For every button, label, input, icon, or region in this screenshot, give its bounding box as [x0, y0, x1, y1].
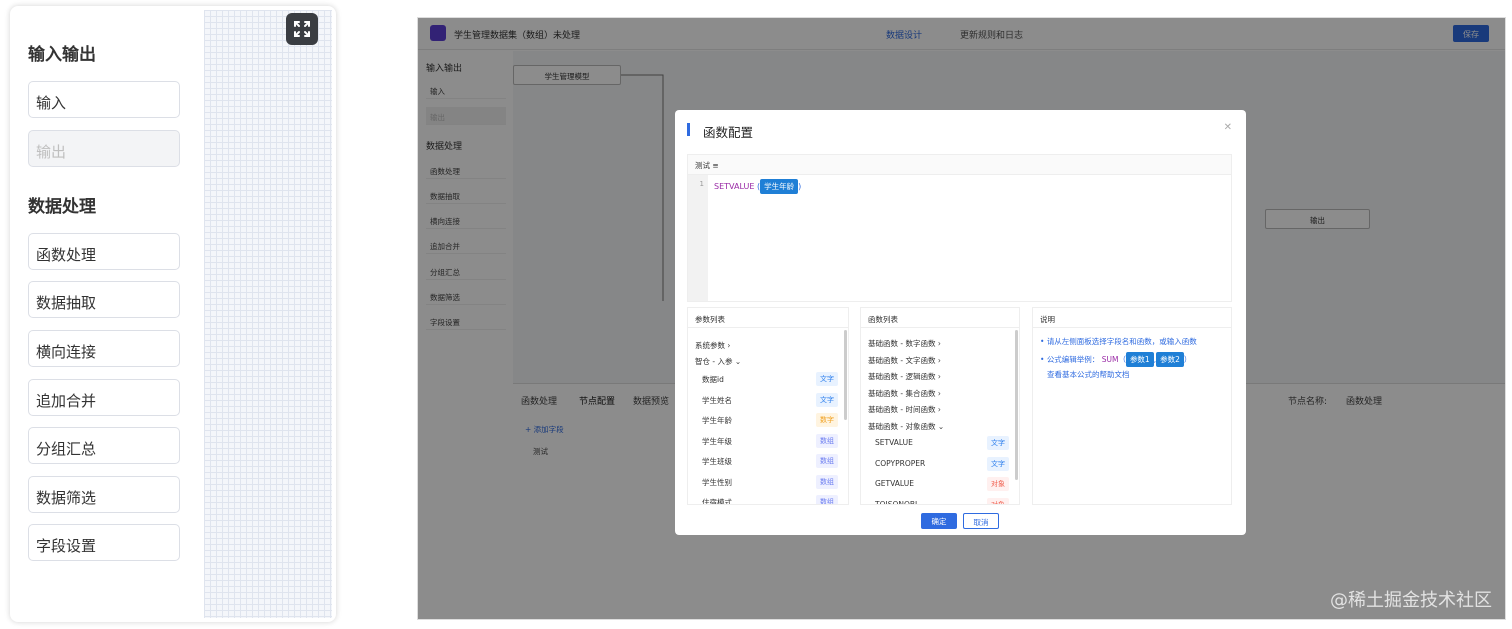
param-item[interactable]: 学生姓名	[702, 395, 732, 406]
desc-example: • 公式编辑举例： SUM（ 参数1, 参数2）	[1040, 352, 1191, 367]
zoom-append-button[interactable]: 追加合并	[28, 379, 180, 416]
section-processing-title: 数据处理	[28, 197, 96, 217]
zoom-canvas-grid	[204, 10, 332, 618]
watermark: @稀土掘金技术社区	[1330, 590, 1492, 611]
param-type-badge: 数组	[816, 433, 838, 448]
param-group-system[interactable]: 系统参数 ›	[695, 340, 730, 351]
function-type-badge: 对象	[987, 497, 1009, 504]
params-pane: 参数列表 系统参数 › 智仓 - 入参 ⌄ 数据id 文字 学生姓名 文字 学生年龄…	[687, 307, 849, 505]
function-type-badge: 文字	[987, 456, 1009, 471]
zoom-extract-button[interactable]: 数据抽取	[28, 281, 180, 318]
zoomed-sidebar-panel: 输入输出 输入 输出 数据处理 函数处理 数据抽取 横向连接 追加合并 分组汇总…	[10, 6, 336, 622]
formula-editor[interactable]: 测试 ≡ 1 SETVALUE (学生年龄)	[687, 154, 1232, 302]
dialog-title: 函数配置	[703, 125, 754, 140]
function-group[interactable]: 基础函数 - 文字函数 ›	[868, 355, 941, 366]
param-type-badge: 文字	[816, 392, 838, 407]
param-item[interactable]: 学生性别	[702, 477, 732, 488]
param-type-badge: 数组	[816, 474, 838, 489]
param-item[interactable]: 学生年龄	[702, 415, 732, 426]
zoom-join-button[interactable]: 横向连接	[28, 330, 180, 367]
function-group[interactable]: 基础函数 - 逻辑函数 ›	[868, 371, 941, 382]
function-type-badge: 对象	[987, 477, 1009, 491]
function-item[interactable]: TOJSONOBJ	[875, 500, 917, 505]
param-type-badge: 文字	[816, 372, 838, 386]
line-gutter: 1	[688, 175, 708, 301]
zoom-filter-button[interactable]: 数据筛选	[28, 476, 180, 513]
function-group[interactable]: 基础函数 - 集合函数 ›	[868, 388, 941, 399]
fullscreen-icon[interactable]	[286, 13, 318, 45]
app-window: 学生管理数据集（数组）未处理 数据设计 更新规则和日志 保存 输入输出 输入 输…	[417, 17, 1506, 620]
zoom-sidebar: 输入输出 输入 输出 数据处理 函数处理 数据抽取 横向连接 追加合并 分组汇总…	[14, 10, 204, 618]
param-type-badge: 数组	[816, 495, 838, 504]
function-item[interactable]: COPYPROPER	[875, 459, 925, 468]
function-item[interactable]: GETVALUE	[875, 479, 914, 488]
param-item[interactable]: 住宿模式	[702, 497, 732, 504]
confirm-button[interactable]: 确定	[921, 513, 957, 529]
desc-hint: • 请从左侧面板选择字段名和函数，或输入函数	[1040, 337, 1197, 346]
functions-title: 函数列表	[861, 308, 1019, 328]
function-config-dialog: 函数配置 ✕ 测试 ≡ 1 SETVALUE (学生年龄) 参数列表 系统参数 …	[675, 110, 1246, 535]
editor-header: 测试 ≡	[688, 155, 1231, 175]
param-item[interactable]: 数据id	[702, 374, 724, 385]
param-type-badge: 数组	[816, 454, 838, 468]
formula-code[interactable]: SETVALUE (学生年龄)	[714, 179, 801, 194]
function-group[interactable]: 基础函数 - 时间函数 ›	[868, 404, 941, 415]
close-icon[interactable]: ✕	[1224, 122, 1232, 133]
title-accent-bar	[687, 123, 690, 136]
functions-pane: 函数列表 基础函数 - 数字函数 › 基础函数 - 文字函数 › 基础函数 - 逻辑…	[860, 307, 1020, 505]
param-item[interactable]: 学生班级	[702, 456, 732, 467]
function-type-badge: 文字	[987, 436, 1009, 450]
functions-scrollbar[interactable]	[1015, 330, 1018, 480]
section-io-title: 输入输出	[28, 45, 96, 65]
param-item[interactable]: 学生年级	[702, 436, 732, 447]
cancel-button[interactable]: 取消	[963, 513, 999, 529]
params-scrollbar[interactable]	[844, 330, 847, 420]
params-title: 参数列表	[688, 308, 848, 328]
function-item[interactable]: SETVALUE	[875, 438, 913, 447]
zoom-group-button[interactable]: 分组汇总	[28, 427, 180, 464]
description-pane: 说明 • 请从左侧面板选择字段名和函数，或输入函数 • 公式编辑举例： SUM（…	[1032, 307, 1232, 505]
formula-fn: SETVALUE	[714, 182, 755, 191]
zoom-input-button[interactable]: 输入	[28, 81, 180, 118]
description-title: 说明	[1033, 308, 1231, 328]
function-group[interactable]: 基础函数 - 对象函数 ⌄	[868, 421, 944, 432]
help-doc-link[interactable]: 查看基本公式的帮助文档	[1047, 369, 1130, 380]
zoom-fields-button[interactable]: 字段设置	[28, 524, 180, 561]
zoom-output-button[interactable]: 输出	[28, 130, 180, 167]
zoom-function-button[interactable]: 函数处理	[28, 233, 180, 270]
param-group-input[interactable]: 智仓 - 入参 ⌄	[695, 356, 741, 367]
param-type-badge: 数字	[816, 413, 838, 427]
function-group[interactable]: 基础函数 - 数字函数 ›	[868, 338, 941, 349]
formula-arg-chip[interactable]: 学生年龄	[760, 179, 799, 194]
